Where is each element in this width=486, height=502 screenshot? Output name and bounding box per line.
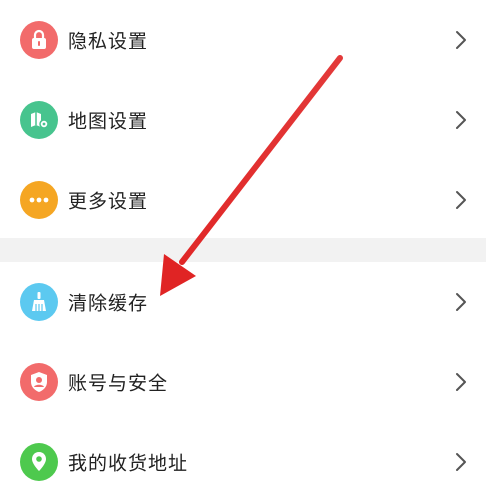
chevron-right-icon [456,111,466,129]
privacy-settings-row[interactable]: 隐私设置 [0,0,486,80]
clear-cache-label: 清除缓存 [68,292,149,315]
more-settings-label: 更多设置 [68,190,149,213]
map-settings-icon [20,101,58,139]
privacy-settings-label: 隐私设置 [68,30,149,53]
more-dots-icon [20,181,58,219]
location-pin-icon [20,443,58,481]
broom-icon [20,283,58,321]
chevron-right-icon [456,31,466,49]
chevron-right-icon [456,453,466,471]
chevron-right-icon [456,373,466,391]
chevron-right-icon [456,293,466,311]
settings-group-1: 隐私设置 地图设置 更多设置 [0,0,486,240]
shipping-address-label: 我的收货地址 [68,452,189,475]
clear-cache-row[interactable]: 清除缓存 [0,262,486,342]
lock-icon [20,21,58,59]
shipping-address-row[interactable]: 我的收货地址 [0,422,486,502]
account-security-label: 账号与安全 [68,372,169,395]
account-security-row[interactable]: 账号与安全 [0,342,486,422]
chevron-right-icon [456,191,466,209]
section-divider [0,238,486,262]
more-settings-row[interactable]: 更多设置 [0,160,486,240]
map-settings-row[interactable]: 地图设置 [0,80,486,160]
settings-group-2: 清除缓存 账号与安全 我的收货地址 [0,262,486,502]
account-shield-icon [20,363,58,401]
map-settings-label: 地图设置 [68,110,149,133]
